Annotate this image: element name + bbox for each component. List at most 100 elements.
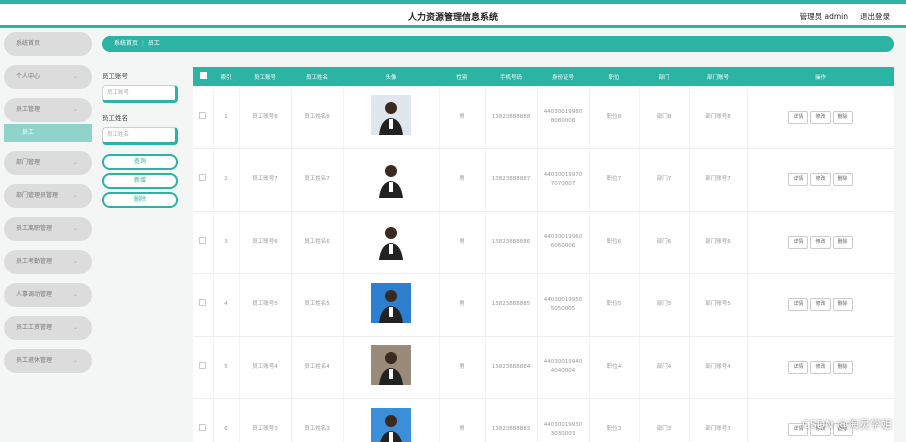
sidebar-item-label: 系统首页 [16, 40, 41, 47]
employee-table: 索引 员工账号 员工姓名 头像 性别 手机号码 身份证号 职位 部门 部门账号 操作 1 员工账号8 员… [193, 67, 894, 442]
account-label: 员工账号 [102, 72, 128, 80]
sidebar-item[interactable]: 员工工资管理 ⌄ [4, 316, 92, 340]
query-button[interactable]: 查询 [102, 154, 178, 170]
header: 人力资源管理信息系统 管理员 admin 退出登录 [0, 4, 906, 28]
cell-dept-account: 部门账号3 [689, 398, 748, 442]
detail-button[interactable]: 详情 [788, 235, 809, 249]
sidebar-item-label: 人事调动管理 [16, 291, 53, 298]
cell-phone: 13823888888 [485, 86, 538, 149]
sidebar-item-label: 部门管理员管理 [16, 192, 59, 199]
edit-button[interactable]: 修改 [810, 298, 831, 312]
sidebar-item[interactable]: 系统首页 [4, 32, 92, 56]
delete-row-button[interactable]: 删除 [832, 110, 853, 124]
detail-button[interactable]: 详情 [788, 298, 809, 312]
chevron-down-icon: ⌄ [72, 225, 78, 232]
table-row[interactable]: 3 员工账号6 员工姓名6 男 13823888886 44030019960606000… [193, 211, 894, 274]
sidebar-item-label: 员工离职管理 [16, 225, 53, 232]
row-checkbox[interactable] [193, 148, 214, 212]
cell-id: 440300199707070007 [537, 148, 590, 212]
cell-position: 职位8 [589, 86, 640, 149]
column-header: 身份证号 [537, 67, 589, 86]
search-panel: 员工账号 员工账号 员工姓名 员工姓名 查询 新增 删除 [102, 70, 182, 211]
detail-button[interactable]: 详情 [788, 110, 809, 124]
sidebar-item-label: 员工考勤管理 [16, 258, 53, 265]
delete-row-button[interactable]: 删除 [832, 235, 853, 249]
chevron-down-icon: ⌄ [72, 357, 78, 364]
cell-name: 员工姓名5 [291, 273, 344, 337]
column-header: 职位 [589, 67, 639, 86]
cell-phone: 13823888884 [485, 336, 538, 399]
cell-name: 员工姓名6 [291, 211, 344, 274]
row-checkbox[interactable] [193, 273, 214, 337]
detail-button[interactable]: 详情 [788, 360, 809, 374]
sidebar-item-label: 个人中心 [16, 73, 41, 80]
cell-gender: 男 [439, 211, 486, 274]
delete-row-button[interactable]: 删除 [832, 173, 853, 187]
cell-account: 员工账号4 [239, 336, 292, 399]
delete-button[interactable]: 删除 [102, 192, 178, 208]
delete-row-button[interactable]: 删除 [832, 298, 853, 312]
cell-dept: 部门6 [639, 211, 690, 274]
sidebar-item[interactable]: 个人中心 ⌄ [4, 65, 92, 89]
sidebar-item-label: 员工退休管理 [16, 357, 53, 364]
cell-dept-account: 部门账号8 [689, 86, 748, 149]
row-actions: 详情 修改 删除 [747, 148, 894, 212]
sidebar-item[interactable]: 部门管理 ⌄ [4, 151, 92, 175]
edit-button[interactable]: 修改 [810, 360, 831, 374]
cell-account: 员工账号7 [239, 148, 292, 212]
row-checkbox[interactable] [193, 86, 214, 149]
cell-phone: 13823888883 [485, 398, 538, 442]
logout-link[interactable]: 退出登录 [860, 11, 890, 22]
edit-button[interactable]: 修改 [810, 173, 831, 187]
sidebar-item[interactable]: 员工管理 ⌄ [4, 98, 92, 122]
table-row[interactable]: 4 员工账号5 员工姓名5 男 13823888885 44030019950505000… [193, 273, 894, 337]
row-checkbox[interactable] [193, 398, 214, 442]
cell-phone: 13823888887 [485, 148, 538, 212]
select-all-checkbox[interactable] [193, 67, 213, 86]
current-user: 管理员 admin [799, 12, 848, 21]
cell-gender: 男 [439, 336, 486, 399]
chevron-down-icon: ⌄ [72, 106, 78, 113]
cell-dept: 部门7 [639, 148, 690, 212]
avatar [343, 148, 440, 212]
cell-name: 员工姓名8 [291, 86, 344, 149]
table-row[interactable]: 2 员工账号7 员工姓名7 男 13823888887 44030019970707000… [193, 148, 894, 212]
chevron-down-icon: ⌄ [72, 324, 78, 331]
column-header: 手机号码 [485, 67, 537, 86]
add-button[interactable]: 新增 [102, 173, 178, 189]
cell-gender: 男 [439, 398, 486, 442]
table-row[interactable]: 5 员工账号4 员工姓名4 男 13823888884 44030019940404000… [193, 336, 894, 399]
cell-phone: 13823888886 [485, 211, 538, 274]
row-actions: 详情 修改 删除 [747, 336, 894, 399]
cell-index: 2 [213, 148, 240, 212]
sidebar-item[interactable]: 员工退休管理 ⌄ [4, 349, 92, 373]
cell-index: 4 [213, 273, 240, 337]
name-label: 员工姓名 [102, 114, 128, 122]
row-actions: 详情 修改 删除 [747, 86, 894, 149]
edit-button[interactable]: 修改 [810, 110, 831, 124]
cell-position: 职位7 [589, 148, 640, 212]
cell-position: 职位5 [589, 273, 640, 337]
row-checkbox[interactable] [193, 211, 214, 274]
cell-id: 440300199505050005 [537, 273, 590, 337]
name-search-input[interactable]: 员工姓名 [102, 127, 178, 145]
account-search-input[interactable]: 员工账号 [102, 85, 178, 103]
sidebar-item[interactable]: 部门管理员管理 ⌄ [4, 184, 92, 208]
table-row[interactable]: 6 员工账号3 员工姓名3 男 13823888883 44030019930303000… [193, 398, 894, 442]
row-checkbox[interactable] [193, 336, 214, 399]
detail-button[interactable]: 详情 [788, 173, 809, 187]
breadcrumb-home[interactable]: 系统首页 [114, 40, 138, 47]
sidebar-item[interactable]: 员工离职管理 ⌄ [4, 217, 92, 241]
cell-account: 员工账号5 [239, 273, 292, 337]
cell-dept-account: 部门账号6 [689, 211, 748, 274]
table-row[interactable]: 1 员工账号8 员工姓名8 男 13823888888 44030019980808000… [193, 86, 894, 149]
edit-button[interactable]: 修改 [810, 235, 831, 249]
cell-gender: 男 [439, 148, 486, 212]
sidebar-item[interactable]: 人事调动管理 ⌄ [4, 283, 92, 307]
column-header: 性别 [439, 67, 485, 86]
sidebar-item[interactable]: 员工考勤管理 ⌄ [4, 250, 92, 274]
sidebar-subitem[interactable]: 员工 [4, 124, 92, 142]
column-header: 部门 [639, 67, 689, 86]
delete-row-button[interactable]: 删除 [832, 360, 853, 374]
table-header-row: 索引 员工账号 员工姓名 头像 性别 手机号码 身份证号 职位 部门 部门账号 操作 [193, 67, 894, 86]
